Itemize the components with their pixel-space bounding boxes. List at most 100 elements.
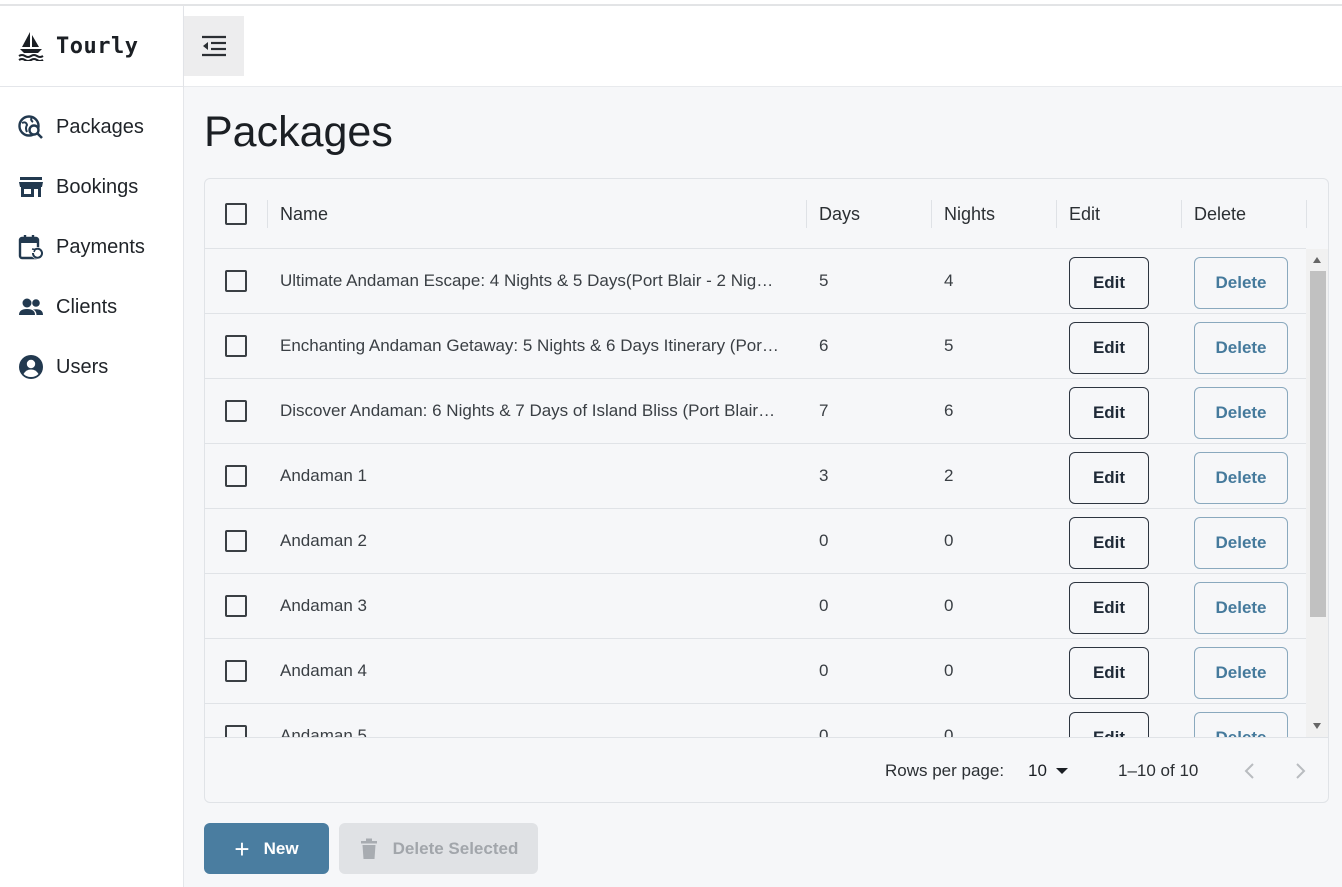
row-checkbox[interactable] [225, 465, 247, 487]
edit-button[interactable]: Edit [1069, 517, 1149, 569]
row-select-cell [225, 249, 247, 313]
sidebar-item-packages[interactable]: Packages [0, 97, 183, 157]
table-row[interactable]: Andaman 3 0 0 Edit Delete [205, 574, 1306, 639]
column-header-days[interactable]: Days [819, 179, 860, 249]
package-nights: 0 [944, 726, 954, 737]
package-days: 0 [819, 726, 829, 737]
delete-button[interactable]: Delete [1194, 257, 1288, 309]
column-separator[interactable] [1306, 200, 1307, 228]
delete-button[interactable]: Delete [1194, 712, 1288, 737]
scroll-down-arrow-icon[interactable] [1313, 723, 1321, 729]
package-nights: 6 [944, 401, 954, 420]
table-row[interactable]: Andaman 5 0 0 Edit Delete [205, 704, 1306, 737]
edit-button[interactable]: Edit [1069, 387, 1149, 439]
chevron-left-icon [1244, 763, 1254, 779]
row-checkbox[interactable] [225, 595, 247, 617]
table-header: Name Days Nights Edit Delete [205, 179, 1307, 249]
edit-button[interactable]: Edit [1069, 257, 1149, 309]
previous-page-button[interactable] [1236, 757, 1264, 785]
sidebar-item-label: Users [56, 355, 109, 378]
sailboat-logo-icon [18, 32, 44, 61]
delete-button[interactable]: Delete [1194, 322, 1288, 374]
package-days: 0 [819, 596, 829, 615]
row-select-cell [225, 639, 247, 703]
delete-button[interactable]: Delete [1194, 387, 1288, 439]
row-select-cell [225, 314, 247, 378]
row-checkbox[interactable] [225, 270, 247, 292]
row-checkbox[interactable] [225, 725, 247, 737]
new-button-label: New [263, 838, 299, 858]
row-checkbox[interactable] [225, 335, 247, 357]
package-nights: 4 [944, 271, 954, 290]
brand-name: Tourly [56, 33, 139, 59]
chevron-right-icon [1296, 763, 1306, 779]
calendar-history-icon [18, 234, 44, 260]
caret-down-icon [1055, 768, 1068, 774]
edit-button[interactable]: Edit [1069, 712, 1149, 737]
row-checkbox[interactable] [225, 400, 247, 422]
table-body: Ultimate Andaman Escape: 4 Nights & 5 Da… [205, 249, 1306, 737]
edit-button[interactable]: Edit [1069, 582, 1149, 634]
column-header-edit[interactable]: Edit [1069, 179, 1100, 249]
row-select-cell [225, 379, 247, 443]
sidebar-nav: Packages Bookings Payments Clients Users [0, 87, 183, 397]
menu-collapse-icon [202, 35, 226, 57]
package-nights: 0 [944, 531, 954, 550]
table-row[interactable]: Andaman 1 3 2 Edit Delete [205, 444, 1306, 509]
delete-button[interactable]: Delete [1194, 452, 1288, 504]
column-separator[interactable] [1056, 200, 1057, 228]
pagination-range: 1–10 of 10 [1118, 761, 1199, 780]
storefront-icon [18, 174, 44, 200]
table-row[interactable]: Enchanting Andaman Getaway: 5 Nights & 6… [205, 314, 1306, 379]
package-days: 6 [819, 336, 829, 355]
package-name: Andaman 2 [280, 531, 367, 550]
vertical-scrollbar[interactable] [1306, 249, 1328, 737]
menu-toggle-button[interactable] [184, 16, 244, 76]
row-checkbox[interactable] [225, 530, 247, 552]
column-header-nights[interactable]: Nights [944, 179, 995, 249]
sidebar-item-label: Payments [56, 235, 145, 258]
rows-per-page-select[interactable]: 10 [1028, 738, 1068, 802]
delete-selected-button[interactable]: Delete Selected [339, 823, 538, 874]
column-separator[interactable] [267, 200, 268, 228]
package-name: Ultimate Andaman Escape: 4 Nights & 5 Da… [280, 271, 774, 290]
package-name: Andaman 4 [280, 661, 367, 680]
delete-button[interactable]: Delete [1194, 647, 1288, 699]
column-header-delete[interactable]: Delete [1194, 179, 1246, 249]
people-icon [18, 294, 44, 320]
package-nights: 0 [944, 596, 954, 615]
column-separator[interactable] [931, 200, 932, 228]
package-nights: 5 [944, 336, 954, 355]
new-button[interactable]: + New [204, 823, 329, 874]
row-checkbox[interactable] [225, 660, 247, 682]
next-page-button[interactable] [1286, 757, 1314, 785]
edit-button[interactable]: Edit [1069, 322, 1149, 374]
rows-per-page-label: Rows per page: [885, 761, 1005, 780]
column-header-name[interactable]: Name [280, 179, 328, 249]
sidebar-item-bookings[interactable]: Bookings [0, 157, 183, 217]
delete-button[interactable]: Delete [1194, 582, 1288, 634]
edit-button[interactable]: Edit [1069, 647, 1149, 699]
column-separator[interactable] [1181, 200, 1182, 228]
sidebar-item-payments[interactable]: Payments [0, 217, 183, 277]
column-separator[interactable] [806, 200, 807, 228]
table-row[interactable]: Ultimate Andaman Escape: 4 Nights & 5 Da… [205, 249, 1306, 314]
table-row[interactable]: Andaman 2 0 0 Edit Delete [205, 509, 1306, 574]
scroll-thumb[interactable] [1310, 271, 1326, 617]
delete-button[interactable]: Delete [1194, 517, 1288, 569]
sidebar-item-clients[interactable]: Clients [0, 277, 183, 337]
main-content: Packages Name Days Nights Edit Delete Ul… [184, 87, 1342, 887]
delete-selected-label: Delete Selected [392, 838, 519, 858]
sidebar-item-users[interactable]: Users [0, 337, 183, 397]
package-name: Enchanting Andaman Getaway: 5 Nights & 6… [280, 336, 779, 355]
top-bar [184, 6, 1342, 87]
table-row[interactable]: Andaman 4 0 0 Edit Delete [205, 639, 1306, 704]
page-title: Packages [204, 108, 393, 156]
table-row[interactable]: Discover Andaman: 6 Nights & 7 Days of I… [205, 379, 1306, 444]
select-all-checkbox[interactable] [225, 203, 247, 225]
package-name: Discover Andaman: 6 Nights & 7 Days of I… [280, 401, 776, 420]
packages-table: Name Days Nights Edit Delete Ultimate An… [204, 178, 1329, 803]
brand[interactable]: Tourly [0, 6, 183, 87]
edit-button[interactable]: Edit [1069, 452, 1149, 504]
scroll-up-arrow-icon[interactable] [1313, 257, 1321, 263]
